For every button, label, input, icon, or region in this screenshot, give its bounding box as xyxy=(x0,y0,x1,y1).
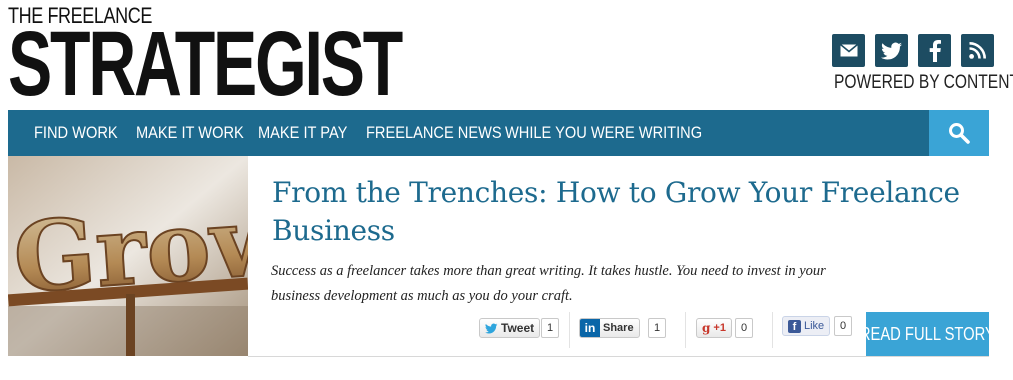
tweet-label: Tweet xyxy=(501,321,535,335)
facebook-like-count: 0 xyxy=(834,316,852,336)
gplus-button[interactable]: g +1 xyxy=(696,318,732,338)
feature-image[interactable]: Grow xyxy=(8,156,248,356)
facebook-icon[interactable] xyxy=(918,34,951,67)
nav-make-it-work[interactable]: MAKE IT WORK xyxy=(136,110,244,156)
logo-title: STRATEGIST xyxy=(8,13,403,115)
powered-by-text: POWERED BY CONTENTLY xyxy=(834,72,1013,93)
site-logo[interactable]: THE FREELANCE STRATEGIST xyxy=(8,4,554,115)
facebook-icon: f xyxy=(788,319,801,333)
linkedin-icon: in xyxy=(580,319,600,337)
tweet-button[interactable]: Tweet xyxy=(479,318,541,338)
mail-icon[interactable] xyxy=(832,34,865,67)
rss-icon[interactable] xyxy=(961,34,994,67)
article-headline[interactable]: From the Trenches: How to Grow Your Free… xyxy=(272,174,992,250)
article-excerpt: Success as a freelancer takes more than … xyxy=(271,263,826,304)
facebook-like-button[interactable]: f Like xyxy=(782,316,831,336)
share-divider xyxy=(685,312,686,348)
feature-bottom-rule xyxy=(248,356,989,357)
tweet-count: 1 xyxy=(541,318,559,338)
share-divider xyxy=(772,312,773,348)
gplus-label: +1 xyxy=(713,322,726,334)
nav-find-work[interactable]: FIND WORK xyxy=(34,110,118,156)
gplus-icon: g xyxy=(702,321,711,335)
search-icon xyxy=(949,123,970,144)
twitter-icon xyxy=(485,323,498,334)
nav-make-it-pay[interactable]: MAKE IT PAY xyxy=(258,110,347,156)
linkedin-label: Share xyxy=(603,322,634,334)
nav-freelance-news[interactable]: FREELANCE NEWS xyxy=(366,110,502,156)
twitter-icon[interactable] xyxy=(875,34,908,67)
main-nav: FIND WORK MAKE IT WORK MAKE IT PAY FREEL… xyxy=(8,110,989,156)
share-divider xyxy=(569,312,570,348)
read-full-story-button[interactable]: READ FULL STORY xyxy=(860,312,995,356)
gplus-count: 0 xyxy=(735,318,753,338)
nav-while-you-were-writing[interactable]: WHILE YOU WERE WRITING xyxy=(505,110,702,156)
linkedin-share-button[interactable]: in Share xyxy=(579,318,640,338)
search-button[interactable] xyxy=(929,110,989,156)
facebook-like-label: Like xyxy=(804,320,825,332)
social-links xyxy=(832,34,994,67)
read-full-story-label: READ FULL STORY xyxy=(859,323,996,344)
linkedin-count: 1 xyxy=(648,318,666,338)
